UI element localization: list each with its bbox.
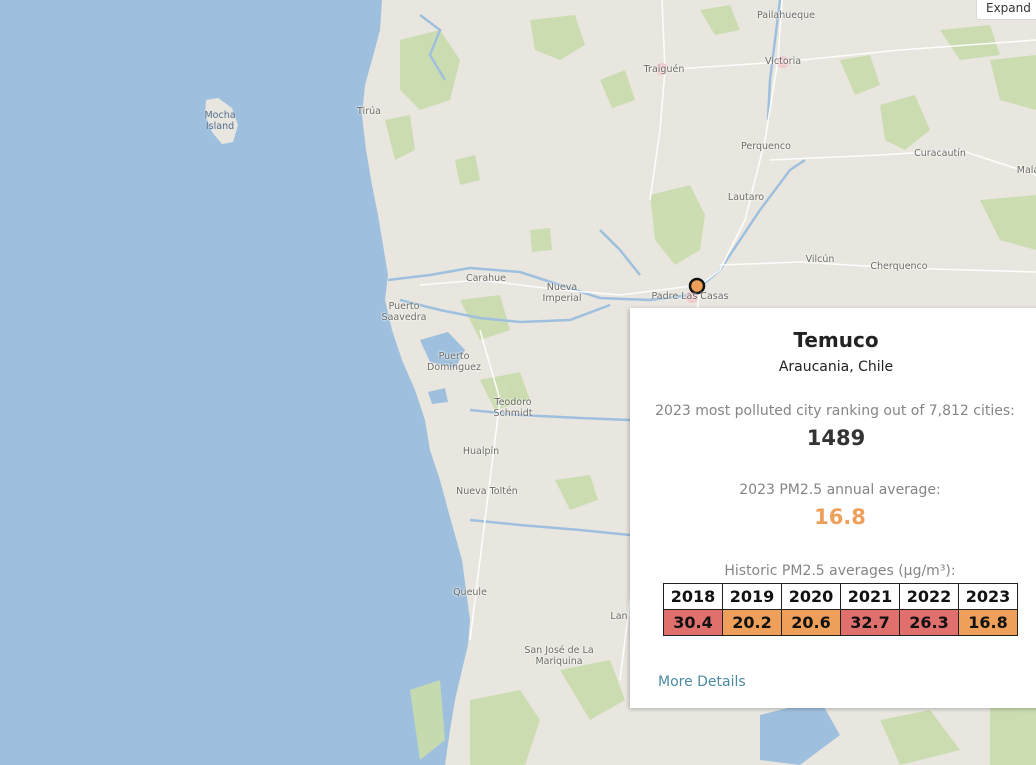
year-cell: 2022 — [899, 583, 959, 610]
place-label-cherquenco: Cherquenco — [870, 261, 928, 272]
place-label-san-jose-de-la-mariquina: San José de La Mariquina — [524, 645, 594, 667]
place-label-puerto-dominguez: Puerto Domínguez — [427, 351, 481, 373]
annual-average-label: 2023 PM2.5 annual average: — [739, 482, 941, 498]
place-label-lanco: Lan — [610, 611, 628, 622]
place-label-nueva-tolten: Nueva Toltén — [456, 486, 518, 497]
place-label-lautaro: Lautaro — [727, 192, 765, 203]
value-cell: 20.6 — [781, 609, 841, 636]
annual-average-value: 16.8 — [814, 505, 866, 529]
place-label-victoria: Victoria — [764, 56, 802, 67]
place-label-pailahueque: Pailahueque — [756, 10, 816, 21]
ranking-value: 1489 — [806, 426, 866, 450]
place-label-traiguen: Traiguén — [643, 64, 685, 75]
place-label-perquenco: Perquenco — [741, 141, 791, 152]
expand-button[interactable]: Expand — [976, 0, 1036, 20]
temuco-marker — [688, 277, 706, 295]
value-cell: 20.2 — [722, 609, 782, 636]
place-label-mala: Mala — [1016, 165, 1036, 176]
year-cell: 2023 — [958, 583, 1018, 610]
ranking-label: 2023 most polluted city ranking out of 7… — [655, 403, 1015, 419]
year-cell: 2019 — [722, 583, 782, 610]
value-cell: 32.7 — [840, 609, 900, 636]
place-label-nueva-imperial: Nueva Imperial — [542, 282, 582, 304]
place-label-teodoro-schmidt: Teodoro Schmidt — [493, 397, 533, 419]
popup-region: Araucania, Chile — [778, 359, 894, 375]
value-cell: 26.3 — [899, 609, 959, 636]
place-label-tirua: Tirúa — [357, 106, 381, 117]
popup-city-name: Temuco — [793, 328, 879, 352]
year-row: 2018 2019 2020 2021 2022 2023 — [663, 583, 1018, 610]
more-details-link[interactable]: More Details — [658, 674, 746, 690]
place-label-queule: Queule — [453, 587, 487, 598]
place-label-vilcun: Vilcún — [805, 254, 835, 265]
place-label-padre-las-casas: Padre Las Casas — [651, 291, 729, 302]
place-label-mocha-island: Mocha Island — [204, 110, 236, 132]
year-cell: 2021 — [840, 583, 900, 610]
place-label-hualpin: Hualpín — [462, 446, 500, 457]
year-cell: 2018 — [663, 583, 723, 610]
value-cell: 16.8 — [958, 609, 1018, 636]
value-row: 30.4 20.2 20.6 32.7 26.3 16.8 — [663, 609, 1018, 636]
year-cell: 2020 — [781, 583, 841, 610]
value-cell: 30.4 — [663, 609, 723, 636]
historic-averages-table: 2018 2019 2020 2021 2022 2023 30.4 20.2 … — [663, 583, 1018, 636]
city-info-popup: Temuco Araucania, Chile 2023 most pollut… — [630, 308, 1036, 708]
place-label-puerto-saavedra: Puerto Saavedra — [381, 301, 427, 323]
place-label-carahue: Carahue — [465, 273, 507, 284]
place-label-curacautin: Curacautín — [914, 148, 966, 159]
historic-label: Historic PM2.5 averages (µg/m³): — [724, 563, 956, 579]
